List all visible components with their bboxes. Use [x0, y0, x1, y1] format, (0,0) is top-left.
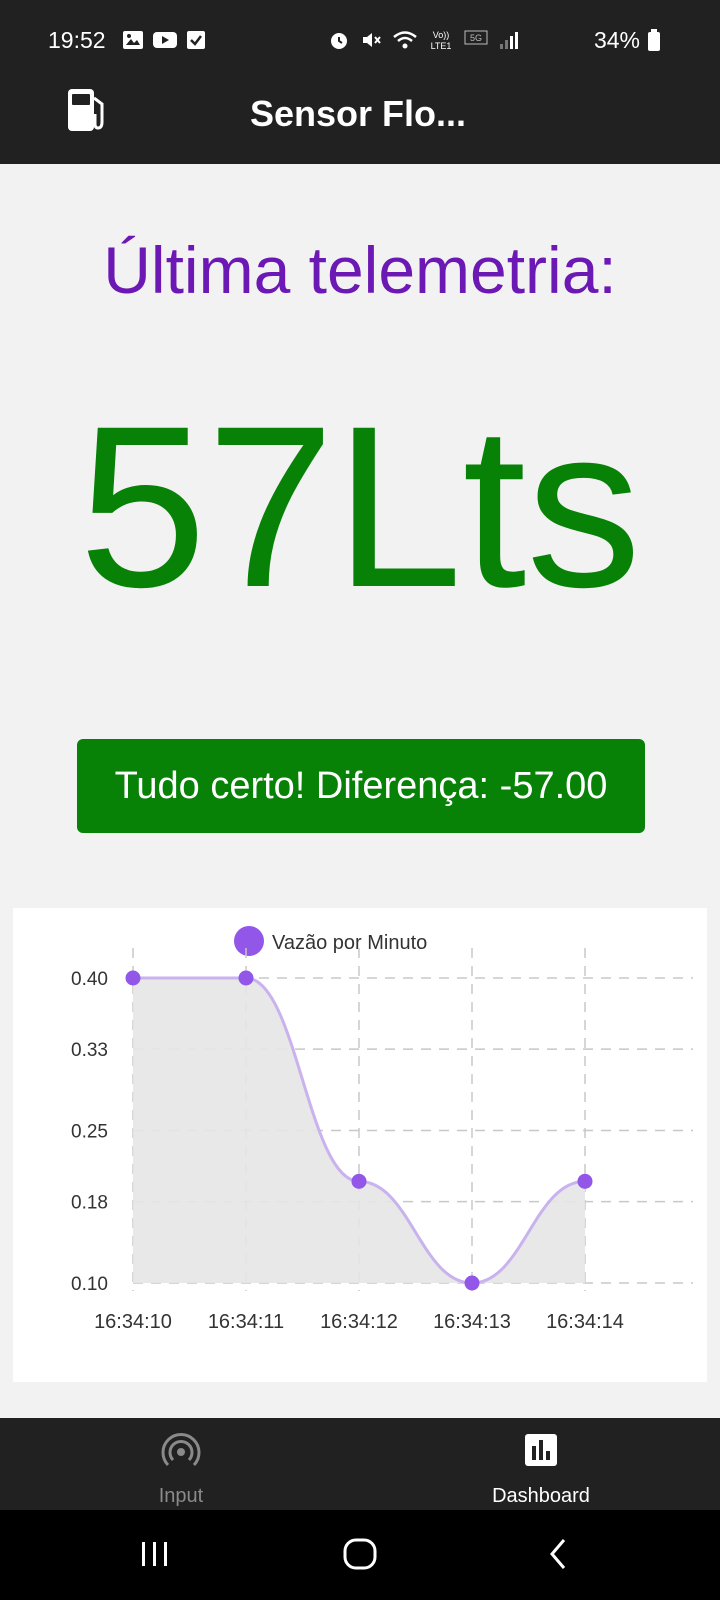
bottom-nav: Input Dashboard	[0, 1418, 720, 1510]
nav-item-input[interactable]: Input	[81, 1418, 281, 1510]
system-nav	[0, 1510, 720, 1600]
data-point	[577, 1173, 593, 1189]
mute-icon	[363, 33, 381, 47]
x-tick-label: 16:34:13	[433, 1311, 511, 1333]
status-button[interactable]: Tudo certo! Diferença: -57.00	[77, 739, 645, 833]
status-bar: 19:52 Vo)) LTE1 5G 34%	[0, 0, 720, 82]
battery-percent: 34%	[593, 27, 640, 53]
flow-chart: Vazão por Minuto 0.40 0.33 0.25 0.18 0.10 16:3…	[71, 926, 693, 1333]
app-title: Sensor Flo...	[250, 93, 467, 134]
chart-card: Vazão por Minuto 0.40 0.33 0.25 0.18 0.10 16:3…	[13, 908, 707, 1382]
broadcast-icon	[161, 1433, 201, 1467]
legend-label: Vazão por Minuto	[272, 932, 427, 954]
y-tick-label: 0.10	[71, 1274, 108, 1295]
signal-icon	[500, 32, 518, 49]
x-tick-label: 16:34:11	[208, 1311, 284, 1333]
wifi-icon	[393, 31, 417, 49]
home-icon[interactable]	[340, 1532, 380, 1576]
check-icon	[187, 31, 205, 49]
svg-text:5G: 5G	[470, 33, 482, 43]
data-point	[464, 1275, 480, 1291]
alarm-icon	[331, 33, 347, 49]
data-point	[125, 970, 141, 986]
y-tick-label: 0.40	[71, 969, 108, 990]
x-tick-label: 16:34:10	[94, 1311, 172, 1333]
y-tick-label: 0.33	[71, 1040, 108, 1061]
data-point	[238, 970, 254, 986]
y-tick-label: 0.18	[71, 1193, 108, 1214]
svg-text:Vo)): Vo))	[433, 30, 450, 40]
nav-item-dashboard[interactable]: Dashboard	[441, 1418, 641, 1510]
x-tick-label: 16:34:14	[546, 1311, 624, 1333]
data-point	[351, 1173, 367, 1189]
bar-chart-icon	[525, 1434, 557, 1466]
status-time: 19:52	[48, 27, 106, 53]
nav-dashboard-label: Dashboard	[492, 1485, 590, 1507]
volte-icon: Vo))LTE1	[431, 30, 452, 51]
x-tick-label: 16:34:12	[320, 1311, 398, 1333]
5g-icon: 5G	[464, 30, 488, 45]
youtube-icon	[153, 32, 177, 48]
back-icon[interactable]	[546, 1532, 570, 1576]
legend-marker	[234, 926, 264, 956]
gallery-icon	[123, 31, 143, 49]
telemetry-value: 57Lts	[78, 378, 642, 635]
fuel-pump-icon	[68, 89, 104, 131]
svg-text:LTE1: LTE1	[431, 41, 452, 51]
headline: Última telemetria:	[103, 233, 617, 307]
recents-icon[interactable]	[138, 1532, 172, 1576]
y-tick-label: 0.25	[71, 1122, 108, 1143]
battery-icon	[648, 29, 660, 51]
nav-input-label: Input	[158, 1485, 204, 1507]
